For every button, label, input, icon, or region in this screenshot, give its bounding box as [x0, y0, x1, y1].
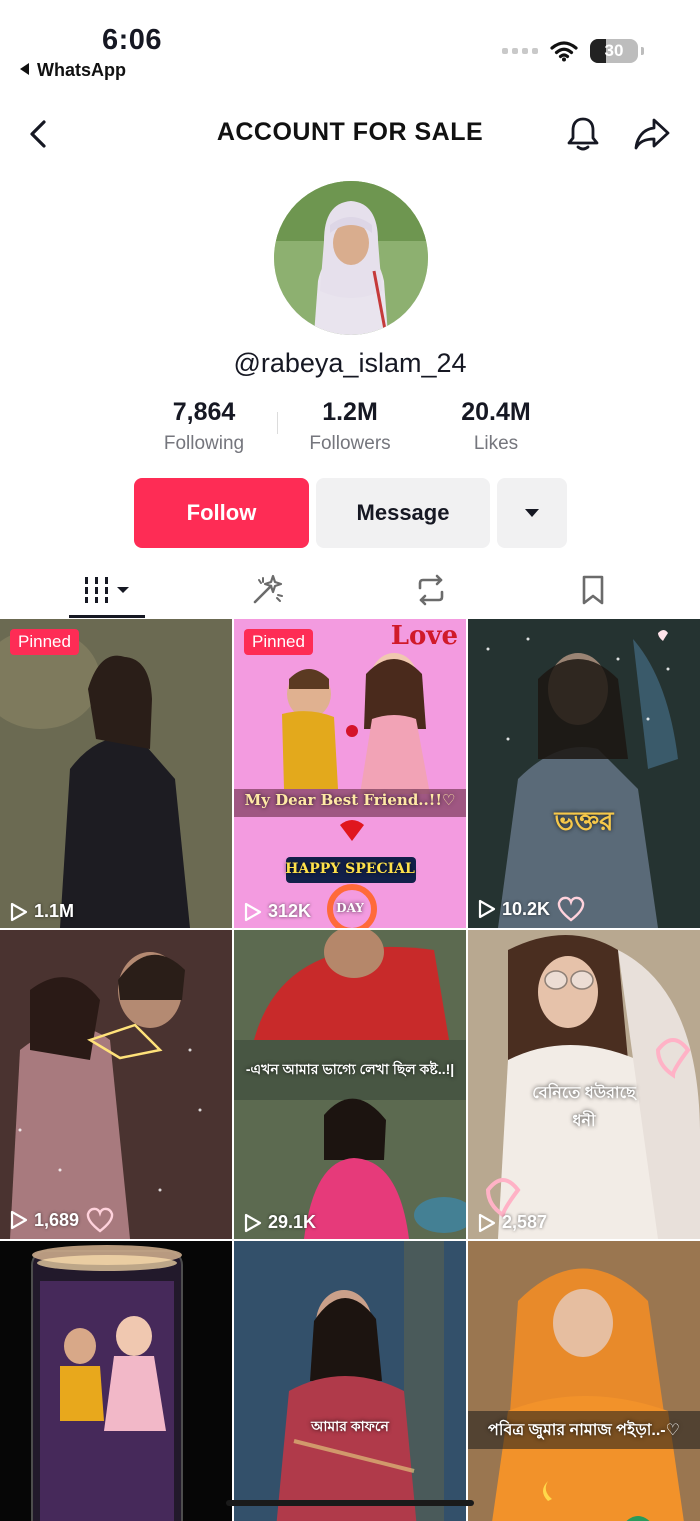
view-count-value: 2,587: [502, 1212, 548, 1232]
bookmark-icon: [582, 575, 604, 605]
stat-followers[interactable]: 1.2M Followers: [280, 398, 420, 455]
thumbnail-caption: পবিত্র জুমার নামাজ পইড়া..-♡: [488, 1422, 680, 1439]
view-count-value: 29.1K: [268, 1212, 317, 1232]
tab-favorites[interactable]: [543, 562, 643, 618]
view-count: 1,689: [10, 1207, 115, 1233]
battery-icon: 30: [590, 39, 644, 63]
thumbnail-caption: -এখন আমার ভাগ্যে লেখা ছিল কষ্ট..!|: [245, 1061, 455, 1077]
view-count: 2,587: [478, 1212, 547, 1233]
stat-likes: 20.4M Likes: [426, 398, 566, 455]
video-thumbnail[interactable]: [0, 1241, 232, 1521]
tab-reposts[interactable]: [218, 562, 318, 618]
heart-icon: [86, 1207, 114, 1233]
stat-following-label: Following: [163, 433, 245, 454]
nav-bar: ACCOUNT FOR SALE: [0, 100, 700, 170]
thumbnail-image: [468, 619, 700, 928]
video-thumbnail[interactable]: পবিত্র জুমার নামাজ পইড়া..-♡: [468, 1241, 700, 1521]
video-thumbnail[interactable]: 1,689: [0, 930, 232, 1239]
stat-divider: [277, 412, 278, 434]
share-button[interactable]: [632, 114, 672, 154]
pinned-badge: Pinned: [244, 629, 313, 655]
thumbnail-image: [0, 619, 232, 928]
profile-stats: 7,864 Following 1.2M Followers 20.4M Lik…: [0, 398, 700, 458]
view-count-value: 312K: [268, 901, 312, 921]
view-count: 1.1M: [10, 901, 74, 922]
thumbnail-caption-2: HAPPY SPECIAL: [285, 861, 415, 877]
play-icon: [10, 1210, 28, 1230]
stat-followers-value: 1.2M: [322, 398, 378, 426]
video-thumbnail[interactable]: -এখন আমার ভাগ্যে লেখা ছিল কষ্ট..!| 29.1K: [234, 930, 466, 1239]
status-time: 6:06: [102, 24, 163, 56]
cellular-signal-icon: [502, 48, 538, 54]
video-thumbnail[interactable]: ভক্তর 10.2K: [468, 619, 700, 928]
home-indicator: [226, 1500, 474, 1506]
back-to-app-link[interactable]: WhatsApp: [20, 60, 126, 81]
video-thumbnail[interactable]: আমার কাফনে: [234, 1241, 466, 1521]
view-count: 10.2K: [478, 896, 586, 922]
play-icon: [478, 899, 496, 919]
active-tab-indicator: [69, 615, 145, 618]
status-indicators: 30: [502, 36, 644, 66]
stat-followers-label: Followers: [309, 433, 391, 454]
view-count-value: 1.1M: [34, 901, 75, 921]
videos-grid-icon: [82, 577, 129, 603]
avatar[interactable]: [274, 181, 428, 335]
more-dropdown-button[interactable]: [497, 478, 567, 548]
thumbnail-caption: আমার কাফনে: [311, 1418, 389, 1434]
sparkle-icon: [253, 574, 283, 604]
stat-likes-value: 20.4M: [461, 398, 531, 426]
caret-down-icon: [525, 509, 539, 517]
profile-username: @rabeya_islam_24: [233, 348, 467, 378]
play-icon: [244, 1213, 262, 1232]
stat-likes-label: Likes: [473, 433, 519, 454]
battery-level: 30: [604, 41, 624, 60]
profile-tabs: [0, 562, 700, 618]
thumbnail-image: [234, 1241, 466, 1521]
status-bar: 6:06 WhatsApp 30: [0, 0, 700, 90]
thumbnail-caption-love: Love: [390, 621, 458, 651]
thumbnail-image: [0, 1241, 232, 1521]
thumbnail-image: [0, 930, 232, 1239]
thumbnail-image: [234, 930, 466, 1239]
view-count-value: 10.2K: [502, 898, 551, 919]
video-thumbnail[interactable]: বেনিতে ধউরাছে ধনী 2,587: [468, 930, 700, 1239]
stat-following[interactable]: 7,864 Following: [134, 398, 274, 455]
follow-button[interactable]: Follow: [134, 478, 309, 548]
message-button[interactable]: Message: [316, 478, 490, 548]
thumbnail-caption: My Dear Best Friend..!!♡: [244, 791, 456, 809]
play-icon: [478, 1213, 496, 1232]
stat-following-value: 7,864: [172, 398, 236, 426]
view-count-value: 1,689: [34, 1209, 80, 1230]
thumbnail-caption-2: ধনী: [572, 1113, 596, 1130]
thumbnail-caption: ভক্তর: [554, 806, 614, 836]
back-triangle-icon: [20, 63, 29, 76]
tab-repost[interactable]: [381, 562, 481, 618]
video-thumbnail[interactable]: Pinned 1.1M: [0, 619, 232, 928]
share-icon: [634, 118, 670, 150]
play-icon: [244, 902, 262, 921]
video-thumbnail[interactable]: Pinned Love My Dear Best Friend..!!♡ HAP…: [234, 619, 466, 928]
back-app-label: WhatsApp: [37, 60, 126, 80]
wifi-icon: [550, 41, 578, 62]
avatar-portrait: [274, 181, 428, 335]
bell-icon: [567, 117, 599, 151]
thumbnail-image: [234, 619, 466, 928]
play-icon: [10, 902, 28, 921]
heart-icon: [557, 896, 585, 922]
pinned-badge: Pinned: [10, 629, 79, 655]
view-count: 312K: [244, 901, 311, 922]
view-count: 29.1K: [244, 1212, 316, 1233]
notifications-button[interactable]: [563, 114, 603, 154]
tab-videos[interactable]: [57, 562, 157, 618]
thumbnail-image: [468, 1241, 700, 1521]
repost-icon: [418, 574, 444, 606]
thumbnail-caption: বেনিতে ধউরাছে: [532, 1085, 636, 1102]
